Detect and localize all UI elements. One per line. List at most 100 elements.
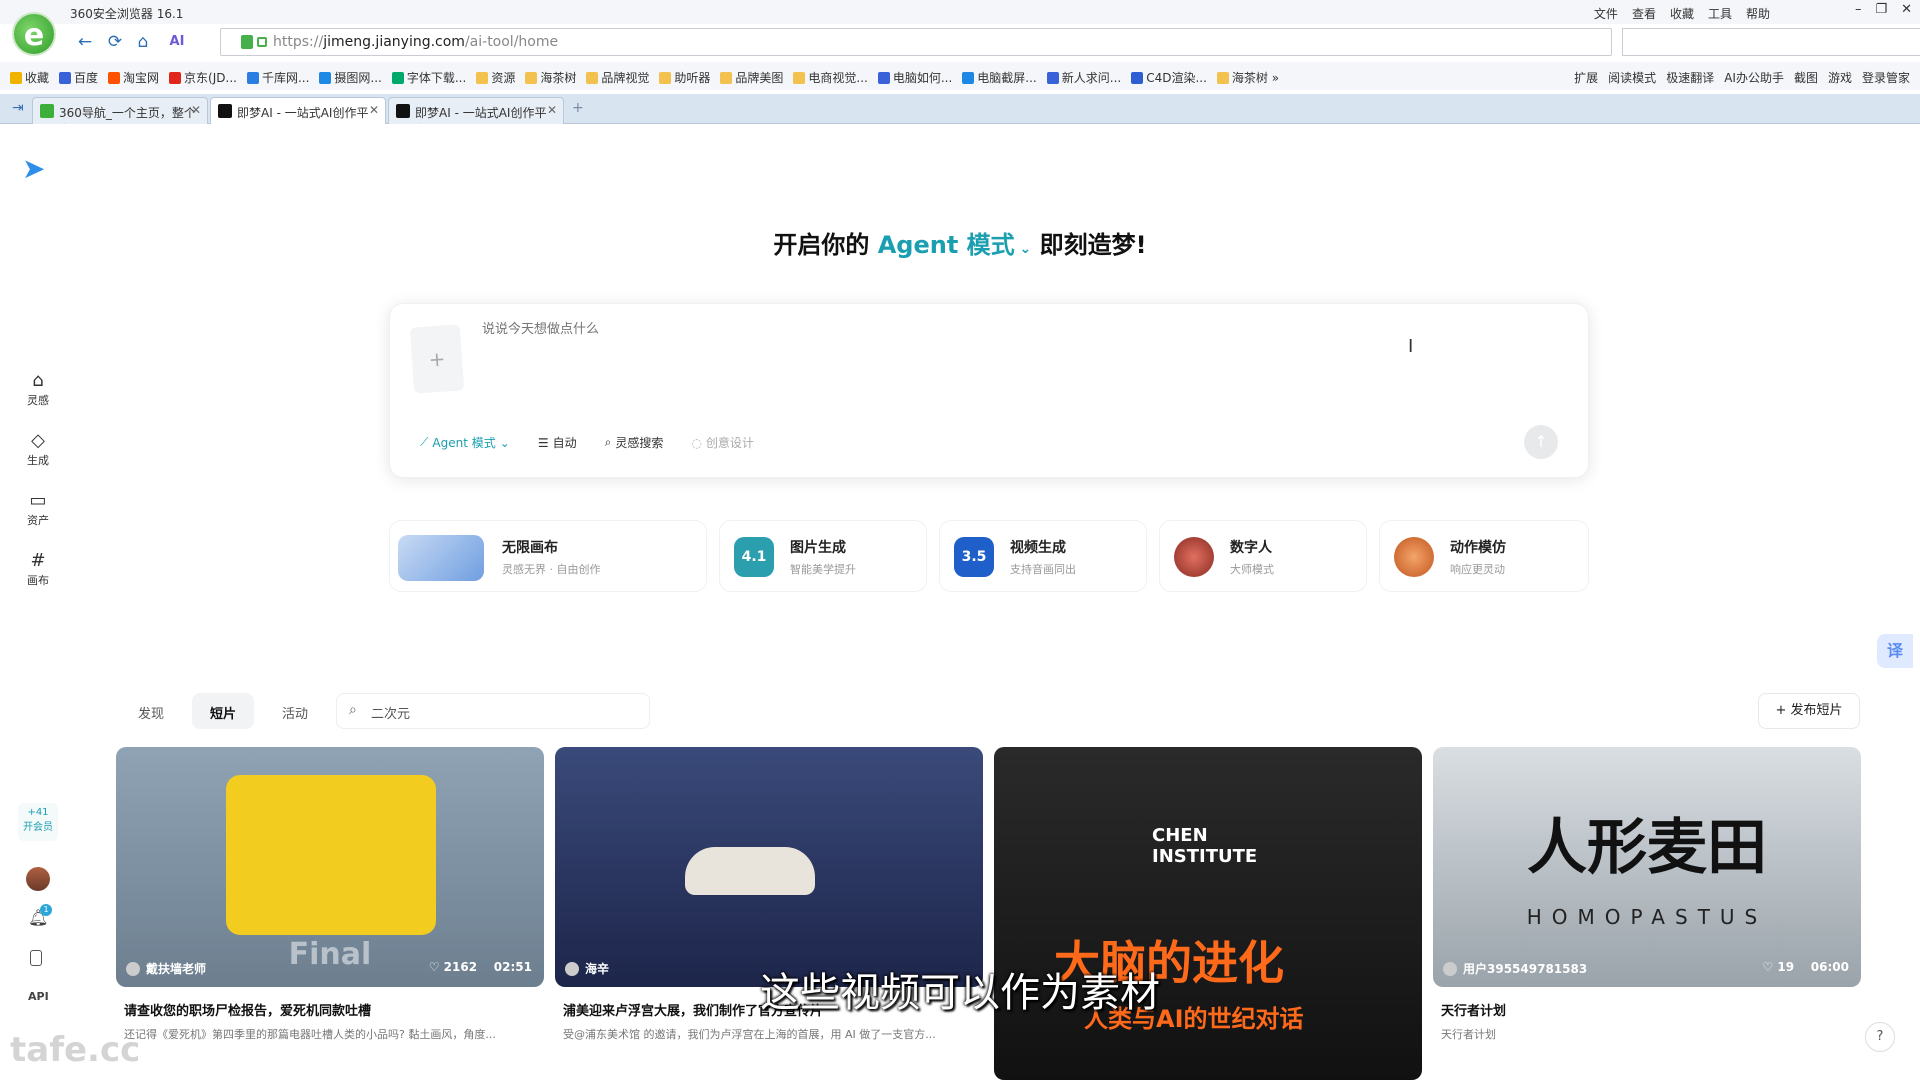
menu-favorites[interactable]: 收藏: [1670, 5, 1694, 22]
bookmark-icon: [720, 71, 733, 84]
tool-motion-imitation[interactable]: 动作模仿 响应更灵动: [1379, 520, 1589, 592]
bookmark-item[interactable]: 品牌视觉: [586, 69, 649, 86]
close-window-icon[interactable]: ✕: [1901, 2, 1912, 17]
help-icon[interactable]: ?: [1865, 1022, 1895, 1052]
video-card[interactable]: Final 戴扶墙老师 ♡ 2162 02:51: [116, 747, 544, 987]
search-icon: ⌕: [349, 702, 357, 718]
vip-label: 开会员: [23, 822, 53, 833]
address-bar[interactable]: https://jimeng.jianying.com/ai-tool/home: [220, 28, 1612, 56]
bookmark-item[interactable]: 海茶树: [525, 69, 576, 86]
tab-shorts[interactable]: 短片: [192, 693, 255, 729]
ai-assistant-icon[interactable]: AI: [164, 29, 190, 55]
sidebar-item-generate[interactable]: ◇ 生成: [0, 430, 76, 468]
chevron-down-icon: ⌄: [499, 435, 510, 450]
bookmark-item[interactable]: 千库网...: [246, 69, 309, 86]
toolbar-tool[interactable]: 扩展: [1574, 69, 1598, 86]
bookmark-item[interactable]: 京东(JD...: [169, 69, 237, 86]
browser-tab[interactable]: 360导航_一个主页，整个世界 ✕: [32, 97, 208, 137]
send-button[interactable]: ↑: [1524, 425, 1558, 459]
bookmark-item[interactable]: 淘宝网: [108, 69, 159, 86]
add-reference-button[interactable]: +: [409, 324, 465, 394]
menu-file[interactable]: 文件: [1594, 5, 1618, 22]
creative-design-chip[interactable]: ◌ 创意设计: [681, 428, 764, 457]
bookmark-item[interactable]: 助听器: [659, 69, 710, 86]
video-card[interactable]: 人形麦田 HOMOPASTUS 用户395549781583 ♡ 19 06:0…: [1433, 747, 1861, 987]
browser-tab[interactable]: 即梦AI - 一站式AI创作平台 ✕: [388, 97, 564, 137]
menu-view[interactable]: 查看: [1632, 5, 1656, 22]
bookmark-item[interactable]: 海茶树 »: [1216, 69, 1279, 86]
back-arrow-icon[interactable]: ←: [72, 29, 98, 55]
chip-label: 灵感搜索: [615, 436, 664, 450]
menu-help[interactable]: 帮助: [1746, 5, 1770, 22]
sidebar-item-label: 画布: [27, 574, 49, 587]
feed-search-input[interactable]: ⌕ 二次元: [336, 693, 650, 729]
restore-icon[interactable]: ❐: [1875, 2, 1887, 17]
refresh-icon[interactable]: ⟳: [102, 29, 128, 55]
digital-human-icon: [1174, 537, 1214, 577]
hero-suffix: 即刻造梦!: [1039, 231, 1147, 259]
vip-button[interactable]: +41 开会员: [18, 803, 58, 841]
sidebar-toggle-icon[interactable]: ⇥: [12, 100, 24, 116]
video-card[interactable]: 海辛: [555, 747, 983, 987]
bookmark-icon: [877, 71, 890, 84]
browser-tab-active[interactable]: 即梦AI - 一站式AI创作平台 ✕: [210, 97, 386, 137]
bookmark-item[interactable]: 品牌美图: [720, 69, 783, 86]
avatar[interactable]: [26, 867, 50, 891]
home-nav-icon[interactable]: ⌂: [130, 29, 156, 55]
bookmark-item[interactable]: 百度: [59, 69, 98, 86]
menu-tools[interactable]: 工具: [1708, 5, 1732, 22]
tool-digital-human[interactable]: 数字人 大师模式: [1159, 520, 1367, 592]
auto-chip[interactable]: ☰ 自动: [528, 428, 587, 457]
toolbar-tool[interactable]: 游戏: [1828, 69, 1852, 86]
sidebar-item-canvas[interactable]: # 画布: [0, 550, 76, 588]
toolbar-tool[interactable]: 极速翻译: [1666, 69, 1714, 86]
toolbar-tool[interactable]: AI办公助手: [1724, 69, 1784, 86]
tab-close-icon[interactable]: ✕: [191, 103, 201, 117]
toolbar-tool[interactable]: 阅读模式: [1608, 69, 1656, 86]
shield-icon: [241, 35, 253, 49]
tab-activity[interactable]: 活动: [264, 693, 326, 729]
browser-search-input[interactable]: ⌕: [1622, 28, 1920, 56]
agent-mode-chip[interactable]: ⟋ Agent 模式 ⌄: [410, 428, 520, 457]
bookmark-item[interactable]: 收藏: [10, 69, 49, 86]
bookmark-item[interactable]: 新人求问...: [1046, 69, 1122, 86]
bookmark-icon: [246, 71, 259, 84]
translate-button[interactable]: 译: [1877, 634, 1913, 668]
browser-logo-icon[interactable]: e: [12, 12, 56, 56]
mode-selector[interactable]: Agent 模式 ⌄: [878, 231, 1032, 259]
prompt-input[interactable]: [482, 321, 1282, 336]
toolbar-tool[interactable]: 截图: [1794, 69, 1818, 86]
bookmarks-bar: 收藏 百度 淘宝网 京东(JD... 千库网... 摄图网... 字体下载... 资源 海茶树 品…: [0, 62, 1920, 90]
bookmark-item[interactable]: 资源: [476, 69, 515, 86]
tool-infinite-canvas[interactable]: 无限画布 灵感无界 · 自由创作: [389, 520, 707, 592]
card-desc: 还记得《爱死机》第四季里的那篇电器吐槽人类的小品吗? 黏土画风，角度...: [124, 1028, 496, 1041]
bookmark-item[interactable]: 摄图网...: [319, 69, 382, 86]
tab-discover[interactable]: 发现: [120, 693, 182, 729]
publish-short-button[interactable]: + 发布短片: [1758, 693, 1860, 729]
tab-close-icon[interactable]: ✕: [547, 103, 557, 117]
bookmark-item[interactable]: 电脑截屏...: [962, 69, 1037, 86]
text-cursor-icon: I: [1408, 336, 1414, 357]
bookmark-label: 收藏: [25, 71, 50, 85]
bookmark-label: 海茶树: [540, 71, 577, 85]
tab-close-icon[interactable]: ✕: [369, 103, 379, 117]
video-card[interactable]: CHEN INSTITUTE 大脑的进化 人类与AI的世纪对话: [994, 747, 1422, 1080]
card-desc: 受@浦东美术馆 的邀请，我们为卢浮宫在上海的首展，用 AI 做了一支官方...: [563, 1028, 936, 1041]
tab-favicon-icon: [40, 104, 54, 118]
bookmark-item[interactable]: 电脑如何...: [877, 69, 952, 86]
bookmark-item[interactable]: 电商视觉...: [793, 69, 868, 86]
minimize-icon[interactable]: –: [1855, 2, 1862, 17]
prompt-composer: + ⟋Agent 模式⌄ ☰自动 ⌕灵感搜索 ◌创意设计 ↑: [389, 303, 1589, 478]
inspiration-search-chip[interactable]: ⌕ 灵感搜索: [595, 428, 674, 457]
sidebar-item-assets[interactable]: ▭ 资产: [0, 490, 76, 528]
bookmark-item[interactable]: 字体下载...: [391, 69, 466, 86]
toolbar-tool[interactable]: 登录管家: [1862, 69, 1910, 86]
sidebar-item-inspiration[interactable]: ⌂ 灵感: [0, 370, 76, 408]
notification-badge: 1: [40, 904, 52, 916]
tool-image-generation[interactable]: 4.1 图片生成 智能美学提升: [719, 520, 927, 592]
new-tab-icon[interactable]: +: [572, 100, 584, 116]
tool-video-generation[interactable]: 3.5 视频生成 支持音画同出: [939, 520, 1147, 592]
bookmark-item[interactable]: C4D渲染...: [1131, 69, 1207, 86]
bookmark-label: 新人求问...: [1061, 71, 1122, 85]
bookmark-icon: [1046, 71, 1059, 84]
